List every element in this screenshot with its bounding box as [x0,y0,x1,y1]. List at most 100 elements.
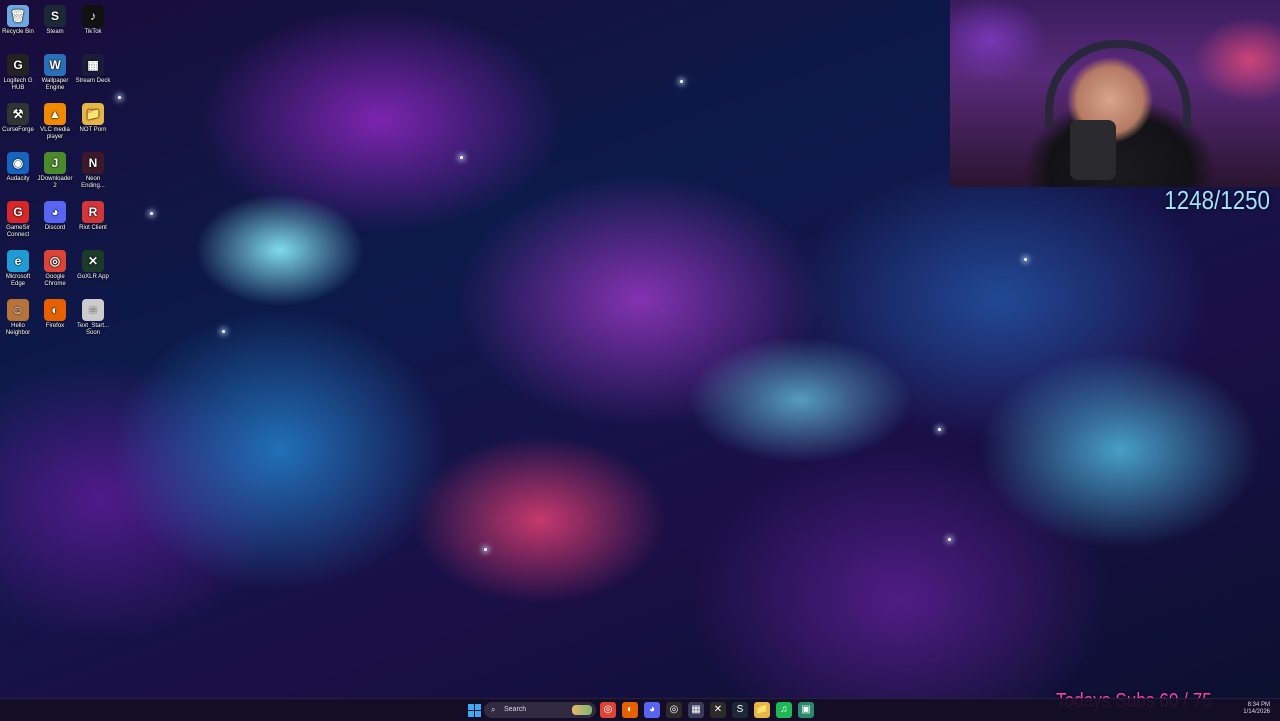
desktop-icon-label: Discord [44,225,66,231]
logitech-icon: G [7,54,29,76]
search-placeholder: Search [504,706,527,713]
star [222,330,225,333]
desktop-icon-label: Logitech G HUB [3,78,33,91]
desktop-icon[interactable]: ≡ Text_Start... Soon [75,299,111,337]
desktop-icon-label: Microsoft Edge [5,274,31,287]
spotify-icon[interactable]: ♫ [776,702,792,718]
desktop-icon[interactable]: R Riot Client [75,201,111,232]
windows-logo-icon [475,711,481,717]
desktop-icon[interactable]: N Neon Ending... [75,152,111,190]
desktop-icon[interactable]: ☺ Hello Neighbor [0,299,36,337]
desktop-icon-label: Google Chrome [44,274,66,287]
windows-logo-icon [468,711,474,717]
text-file-icon: ≡ [82,299,104,321]
star [484,548,487,551]
wallpaper-engine-icon: W [44,54,66,76]
desktop-icon[interactable]: S Steam [37,5,73,36]
desktop-icon-label: JDownloader 2 [37,176,73,189]
desktop-icon[interactable]: ◕ Discord [37,201,73,232]
desktop-icon-grid: 🗑 Recycle Bin S Steam ♪ TikTok G Logitech G HUB… [0,0,120,400]
clock-time: 8:34 PM [1247,702,1270,708]
desktop-icon-label: Wallpaper Engine [41,78,69,91]
desktop-icon[interactable]: ▦ Stream Deck [75,54,111,85]
windows-logo-icon [475,704,481,710]
taskbar-search-box[interactable]: ⌕ Search [484,702,596,718]
desktop-icon-label: GameSir Connect [6,225,30,238]
desktop-icon-label: Firefox [45,323,65,329]
desktop-icon-label: Text_Start... Soon [76,323,109,336]
desktop-icon[interactable]: ⚒ CurseForge [0,103,36,134]
desktop-icon[interactable]: ▲ VLC media player [37,103,73,141]
star [1024,258,1027,261]
goxlr-icon: ✕ [82,250,104,272]
vlc-icon: ▲ [44,103,66,125]
stream-deck-icon: ▦ [82,54,104,76]
desktop-icon-label: Audacity [6,176,30,182]
microphone [1070,120,1116,180]
chrome-icon: ◎ [44,250,66,272]
audacity-icon: ◉ [7,152,29,174]
gamesir-icon: G [7,201,29,223]
star [150,212,153,215]
chrome-icon[interactable]: ◎ [600,702,616,718]
desktop-icon[interactable]: ◎ Google Chrome [37,250,73,288]
desktop-icon-label: VLC media player [40,127,70,140]
clock[interactable]: 8:34 PM 1/14/2026 [1243,702,1270,716]
desktop-icon-label: Riot Client [79,225,107,231]
chrome-icon[interactable]: ◎ [666,702,682,718]
steam-icon: S [44,5,66,27]
discord-icon: ◕ [44,201,66,223]
riot-client-icon: R [82,201,104,223]
desktop-icon[interactable]: G GameSir Connect [0,201,36,239]
headset [1045,40,1191,128]
search-icon: ⌕ [491,705,496,714]
desktop-icon-label: GoXLR App [77,274,109,280]
desktop-icon-label: NOT Porn [79,127,107,133]
app-icon[interactable]: ▣ [798,702,814,718]
start-button[interactable] [466,702,482,718]
desktop-icon-label: Recycle Bin [2,29,34,35]
clock-date: 1/14/2026 [1243,709,1270,715]
desktop-icon-label: TikTok [84,29,102,35]
desktop-icon[interactable]: ◐ Firefox [37,299,73,330]
hello-neighbor-icon: ☺ [7,299,29,321]
goxlr-icon[interactable]: ✕ [710,702,726,718]
steam-icon[interactable]: S [732,702,748,718]
desktop-icon-label: Steam [46,29,64,35]
star [680,80,683,83]
search-highlight-icon [572,705,592,715]
desktop-icon[interactable]: ♪ TikTok [75,5,111,36]
recycle-bin-icon: 🗑 [7,5,29,27]
desktop-icon[interactable]: J JDownloader 2 [37,152,73,190]
desktop-icon[interactable]: G Logitech G HUB [0,54,36,92]
edge-icon: e [7,250,29,272]
windows-logo-icon [468,704,474,710]
desktop-icon[interactable]: ◉ Audacity [0,152,36,183]
firefox-icon[interactable]: ◐ [622,702,638,718]
star [460,156,463,159]
curseforge-icon: ⚒ [7,103,29,125]
firefox-icon: ◐ [44,299,66,321]
webcam-overlay [950,0,1280,187]
star [938,428,941,431]
folder-icon: 📁 [82,103,104,125]
desktop-icon-label: Hello Neighbor [5,323,31,336]
neon-ending-icon: N [82,152,104,174]
tiktok-icon: ♪ [82,5,104,27]
stream-deck-icon[interactable]: ▦ [688,702,704,718]
jdownloader-icon: J [44,152,66,174]
star [948,538,951,541]
subscriber-goal-counter: 1248/1250 [1164,185,1270,215]
desktop-icon-label: Neon Ending... [81,176,105,189]
desktop-icon[interactable]: W Wallpaper Engine [37,54,73,92]
taskbar: ⌕ Search ◎ ◐ ◕ ◎ ▦ ✕ S 📁 ♫ ▣ 8:34 PM 1/14/2026 [0,698,1280,721]
desktop-icon-label: Stream Deck [75,78,111,84]
desktop-icon[interactable]: ✕ GoXLR App [75,250,111,281]
desktop-icon[interactable]: e Microsoft Edge [0,250,36,288]
desktop-icon[interactable]: 🗑 Recycle Bin [0,5,36,36]
discord-icon[interactable]: ◕ [644,702,660,718]
system-tray: 8:34 PM 1/14/2026 [1150,699,1280,721]
desktop-icon-label: CurseForge [2,127,34,133]
file-explorer-icon[interactable]: 📁 [754,702,770,718]
desktop-icon[interactable]: 📁 NOT Porn [75,103,111,134]
